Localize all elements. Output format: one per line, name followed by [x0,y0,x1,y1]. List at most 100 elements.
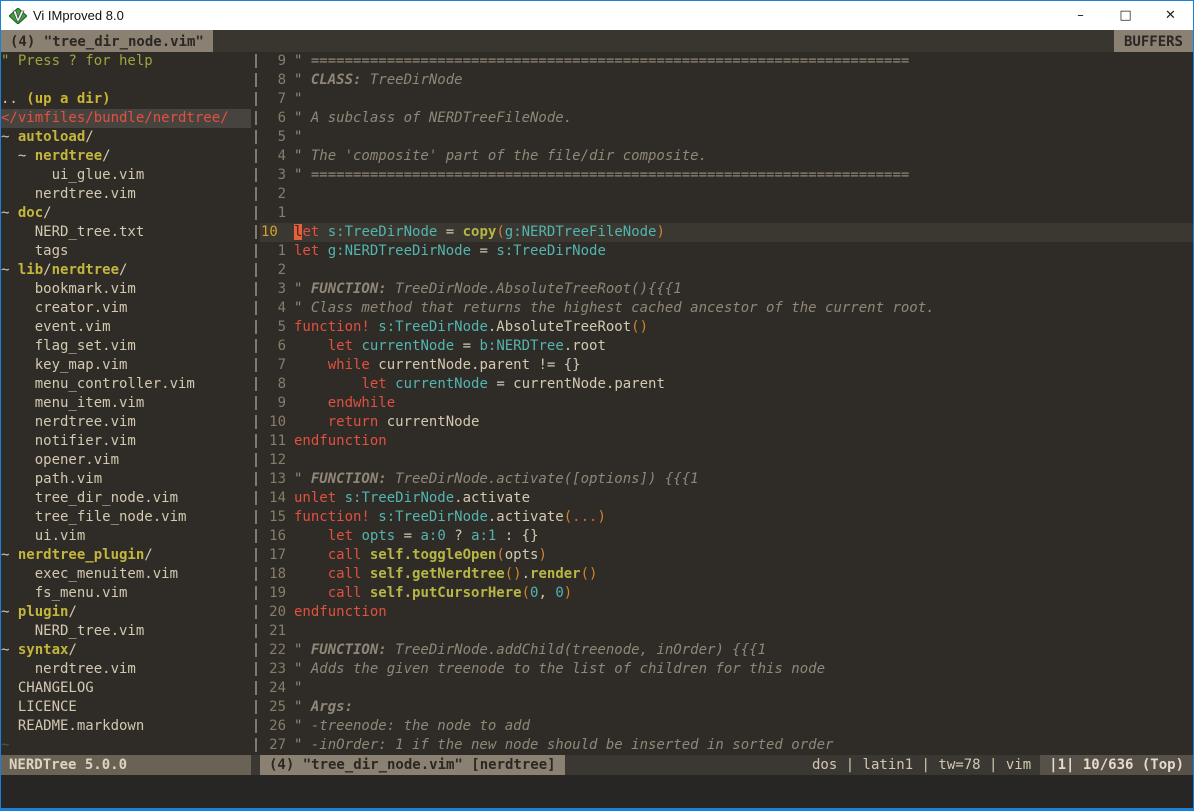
code-line[interactable]: 9" =====================================… [260,52,1193,71]
tree-item[interactable]: key_map.vim [1,356,251,375]
code-line[interactable]: 7 while currentNode.parent != {} [260,356,1193,375]
minimize-button[interactable]: – [1058,1,1103,30]
tree-item[interactable]: nerdtree.vim [1,413,251,432]
line-text: let s:TreeDirNode = copy(g:NERDTreeFileN… [294,223,665,242]
code-line[interactable]: 9 endwhile [260,394,1193,413]
token: / [43,262,51,278]
code-line[interactable]: 4" Class method that returns the highest… [260,299,1193,318]
tree-item[interactable]: fs_menu.vim [1,584,251,603]
code-line[interactable]: 24" [260,679,1193,698]
tree-item[interactable] [1,71,251,90]
tree-item[interactable]: ~ autoload/ [1,128,251,147]
close-button[interactable]: ✕ [1148,1,1193,30]
tree-item[interactable]: nerdtree.vim [1,660,251,679]
tree-item[interactable]: NERD_tree.txt [1,223,251,242]
token: autoload [18,129,85,145]
tree-item[interactable]: menu_controller.vim [1,375,251,394]
code-line[interactable]: 8 let currentNode = currentNode.parent [260,375,1193,394]
tree-item[interactable]: menu_item.vim [1,394,251,413]
tree-item[interactable]: ~ doc/ [1,204,251,223]
maximize-button[interactable]: □ [1103,1,1148,30]
code-line[interactable]: 14unlet s:TreeDirNode.activate [260,489,1193,508]
token: = [471,243,496,259]
tree-item[interactable]: ~ [1,736,251,755]
tree-item[interactable]: opener.vim [1,451,251,470]
code-line[interactable]: 22" FUNCTION: TreeDirNode.addChild(treen… [260,641,1193,660]
token: nerdtree [35,148,102,164]
line-number: 16 [260,527,294,546]
tree-item[interactable]: tags [1,242,251,261]
code-line[interactable]: 27" -inOrder: 1 if the new node should b… [260,736,1193,755]
tree-item[interactable]: ~ lib/nerdtree/ [1,261,251,280]
tree-item[interactable]: NERD_tree.vim [1,622,251,641]
vertical-split-separator[interactable] [251,52,260,755]
code-line[interactable]: 25" Args: [260,698,1193,717]
code-line[interactable]: 18 call self.getNerdtree().render() [260,565,1193,584]
code-line[interactable]: 16 let opts = a:0 ? a:1 : {} [260,527,1193,546]
tree-item[interactable]: tree_file_node.vim [1,508,251,527]
line-number: 13 [260,470,294,489]
code-line[interactable]: 6 let currentNode = b:NERDTree.root [260,337,1193,356]
code-line[interactable]: 5function! s:TreeDirNode.AbsoluteTreeRoo… [260,318,1193,337]
tree-item[interactable]: .. (up a dir) [1,90,251,109]
code-line[interactable]: 11endfunction [260,432,1193,451]
code-line[interactable]: 10 return currentNode [260,413,1193,432]
token: s:TreeDirNode [378,319,488,335]
code-line[interactable]: 6" A subclass of NERDTreeFileNode. [260,109,1193,128]
tree-item[interactable]: CHANGELOG [1,679,251,698]
tree-item[interactable]: ~ nerdtree/ [1,147,251,166]
tree-item[interactable]: README.markdown [1,717,251,736]
tab-tree-dir-node[interactable]: (4) "tree_dir_node.vim" [1,30,213,52]
code-line[interactable]: 19 call self.putCursorHere(0, 0) [260,584,1193,603]
token: nerdtree [52,262,119,278]
line-text: " [294,679,302,698]
line-text: call self.getNerdtree().render() [294,565,597,584]
token: " [294,642,311,658]
tree-item[interactable]: " Press ? for help [1,52,251,71]
tree-item[interactable]: ~ plugin/ [1,603,251,622]
tree-item[interactable]: </vimfiles/bundle/nerdtree/ [1,109,251,128]
code-line[interactable]: 5" [260,128,1193,147]
code-line[interactable]: 23" Adds the given treenode to the list … [260,660,1193,679]
tree-item[interactable]: ~ nerdtree_plugin/ [1,546,251,565]
code-line[interactable]: 3" =====================================… [260,166,1193,185]
code-line[interactable]: 17 call self.toggleOpen(opts) [260,546,1193,565]
token [319,224,327,240]
code-line[interactable]: 4" The 'composite' part of the file/dir … [260,147,1193,166]
code-line[interactable]: 20endfunction [260,603,1193,622]
token: / [102,148,110,164]
code-line[interactable]: 2 [260,261,1193,280]
tree-item[interactable]: ui_glue.vim [1,166,251,185]
code-line[interactable]: 8" CLASS: TreeDirNode [260,71,1193,90]
code-line[interactable]: 15function! s:TreeDirNode.activate(...) [260,508,1193,527]
tree-item[interactable]: flag_set.vim [1,337,251,356]
code-line[interactable]: 7" [260,90,1193,109]
line-text: endwhile [294,394,395,413]
tree-item[interactable]: tree_dir_node.vim [1,489,251,508]
command-line[interactable] [1,775,1193,808]
tree-item[interactable]: exec_menuitem.vim [1,565,251,584]
tree-item[interactable]: ~ syntax/ [1,641,251,660]
code-line[interactable]: 21 [260,622,1193,641]
tree-item[interactable]: event.vim [1,318,251,337]
tree-item[interactable]: LICENCE [1,698,251,717]
vim-window: Vi IMproved 8.0 – □ ✕ (4) "tree_dir_node… [0,0,1194,811]
token [294,395,328,411]
code-line[interactable]: 12 [260,451,1193,470]
tree-item[interactable]: creator.vim [1,299,251,318]
code-line[interactable]: 10let s:TreeDirNode = copy(g:NERDTreeFil… [260,223,1193,242]
tree-item[interactable]: ui.vim [1,527,251,546]
code-line[interactable]: 13" FUNCTION: TreeDirNode.activate([opti… [260,470,1193,489]
code-line[interactable]: 3" FUNCTION: TreeDirNode.AbsoluteTreeRoo… [260,280,1193,299]
token [361,585,369,601]
line-number: 17 [260,546,294,565]
tree-item[interactable]: notifier.vim [1,432,251,451]
tree-item[interactable]: bookmark.vim [1,280,251,299]
code-line[interactable]: 2 [260,185,1193,204]
token: ~ [1,129,18,145]
code-line[interactable]: 26" -treenode: the node to add [260,717,1193,736]
tree-item[interactable]: path.vim [1,470,251,489]
tree-item[interactable]: nerdtree.vim [1,185,251,204]
code-line[interactable]: 1let g:NERDTreeDirNode = s:TreeDirNode [260,242,1193,261]
code-line[interactable]: 1 [260,204,1193,223]
